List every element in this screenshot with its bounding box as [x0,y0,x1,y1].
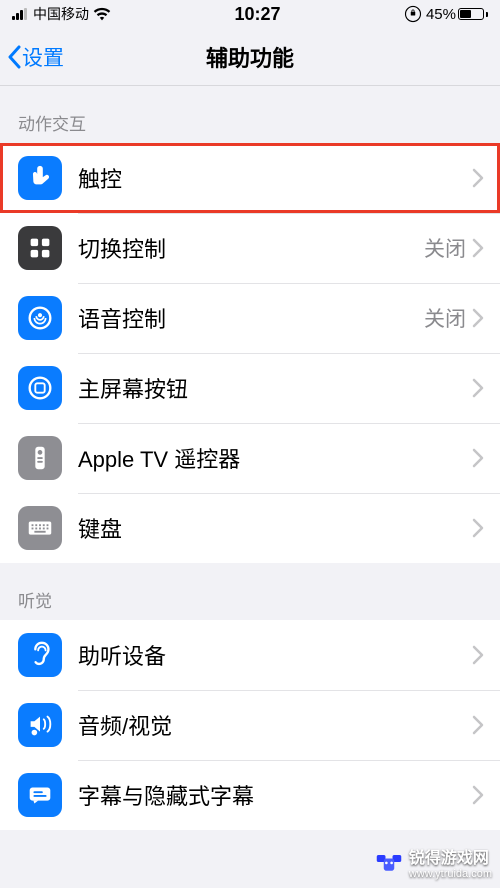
status-time: 10:27 [234,4,280,25]
row-voice-control[interactable]: 语音控制 关闭 [0,283,500,353]
row-tv-remote[interactable]: Apple TV 遥控器 [0,423,500,493]
row-label: 字幕与隐藏式字幕 [78,779,472,811]
row-label: 音频/视觉 [78,709,472,741]
subtitles-icon [18,773,62,817]
switch-control-icon [18,226,62,270]
carrier-label: 中国移动 [33,4,89,24]
chevron-right-icon [472,308,484,328]
row-label: 键盘 [78,512,472,544]
row-home-button[interactable]: 主屏幕按钮 [0,353,500,423]
row-label: 助听设备 [78,639,472,671]
row-keyboard[interactable]: 键盘 [0,493,500,563]
watermark-logo-icon [375,848,403,876]
row-label: 主屏幕按钮 [78,372,472,404]
status-left: 中国移动 [12,4,111,24]
row-hearing-devices[interactable]: 助听设备 [0,620,500,690]
battery-indicator: 45% [426,6,488,23]
tv-remote-icon [18,436,62,480]
watermark-text: 锐得游戏网 [409,844,492,868]
keyboard-icon [18,506,62,550]
row-label: 触控 [78,162,472,194]
voice-control-icon [18,296,62,340]
row-label: Apple TV 遥控器 [78,442,472,474]
watermark: 锐得游戏网 www.ytruida.com [375,844,492,880]
section-header-motion: 动作交互 [0,86,500,143]
chevron-right-icon [472,378,484,398]
home-button-icon [18,366,62,410]
audio-visual-icon [18,703,62,747]
chevron-right-icon [472,168,484,188]
signal-icon [12,8,27,20]
nav-title: 辅助功能 [0,41,500,73]
row-value: 关闭 [424,303,466,333]
chevron-right-icon [472,518,484,538]
chevron-right-icon [472,715,484,735]
row-label: 语音控制 [78,302,424,334]
hearing-icon [18,633,62,677]
list-motion: 触控 切换控制 关闭 语音控制 关闭 主屏幕按钮 Apple TV 遥控器 [0,143,500,563]
section-header-hearing: 听觉 [0,563,500,620]
row-value: 关闭 [424,233,466,263]
row-touch[interactable]: 触控 [0,143,500,213]
chevron-right-icon [472,448,484,468]
orientation-lock-icon [404,5,422,23]
row-label: 切换控制 [78,232,424,264]
chevron-right-icon [472,238,484,258]
nav-bar: 设置 辅助功能 [0,28,500,86]
status-bar: 中国移动 10:27 45% [0,0,500,28]
wifi-icon [93,7,111,21]
touch-icon [18,156,62,200]
battery-pct: 45% [426,6,456,23]
row-switch-control[interactable]: 切换控制 关闭 [0,213,500,283]
watermark-url: www.ytruida.com [409,868,492,880]
chevron-right-icon [472,785,484,805]
status-right: 45% [404,5,488,23]
row-audio-visual[interactable]: 音频/视觉 [0,690,500,760]
list-hearing: 助听设备 音频/视觉 字幕与隐藏式字幕 [0,620,500,830]
row-subtitles[interactable]: 字幕与隐藏式字幕 [0,760,500,830]
chevron-right-icon [472,645,484,665]
